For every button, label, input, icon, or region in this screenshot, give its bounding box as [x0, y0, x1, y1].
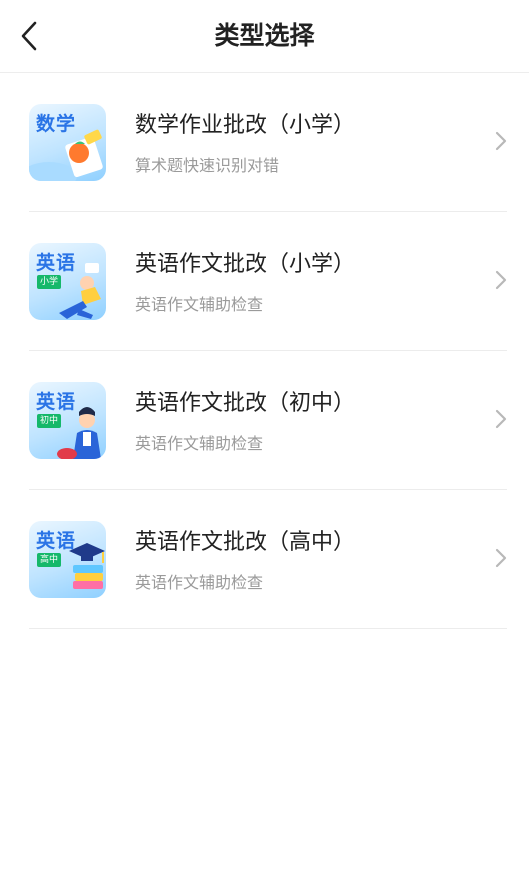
type-list: 数学 数学作业批改（小学） 算术题快速识别对错 英语 小学 英语作文批改（小学）…: [0, 73, 529, 629]
item-title: 英语作文批改（初中）: [135, 391, 356, 416]
thumb-word: 英语: [36, 391, 77, 413]
chevron-right-icon: [495, 131, 507, 151]
thumb-level-tag: 小学: [37, 275, 62, 289]
list-item-english-middle[interactable]: 英语 初中 英语作文批改（初中） 英语作文辅助检查: [29, 351, 507, 490]
item-title: 英语作文批改（小学）: [135, 252, 356, 277]
list-item-english-high[interactable]: 英语 高中 英语作文批改（高中） 英语作文辅助检查: [29, 490, 507, 629]
english-high-thumbnail: 英语 高中: [29, 521, 106, 598]
chevron-right-icon: [495, 409, 507, 429]
item-subtitle: 英语作文辅助检查: [135, 434, 264, 453]
item-subtitle: 英语作文辅助检查: [135, 573, 264, 592]
item-subtitle: 算术题快速识别对错: [135, 156, 280, 175]
english-middle-thumbnail: 英语 初中: [29, 382, 106, 459]
thumb-level-tag: 初中: [37, 414, 62, 428]
thumb-word: 数学: [36, 113, 77, 135]
item-title: 英语作文批改（高中）: [135, 530, 356, 555]
list-item-math-primary[interactable]: 数学 数学作业批改（小学） 算术题快速识别对错: [29, 73, 507, 212]
item-subtitle: 英语作文辅助检查: [135, 295, 264, 314]
chevron-right-icon: [495, 548, 507, 568]
thumb-word: 英语: [36, 530, 77, 552]
list-item-english-primary[interactable]: 英语 小学 英语作文批改（小学） 英语作文辅助检查: [29, 212, 507, 351]
item-title: 数学作业批改（小学）: [135, 113, 356, 138]
top-bar: 类型选择: [0, 0, 529, 73]
thumb-word: 英语: [36, 252, 77, 274]
page-title: 类型选择: [214, 21, 315, 50]
thumb-level-tag: 高中: [37, 553, 62, 567]
english-primary-thumbnail: 英语 小学: [29, 243, 106, 320]
chevron-right-icon: [495, 270, 507, 290]
math-thumbnail: 数学: [29, 104, 106, 181]
